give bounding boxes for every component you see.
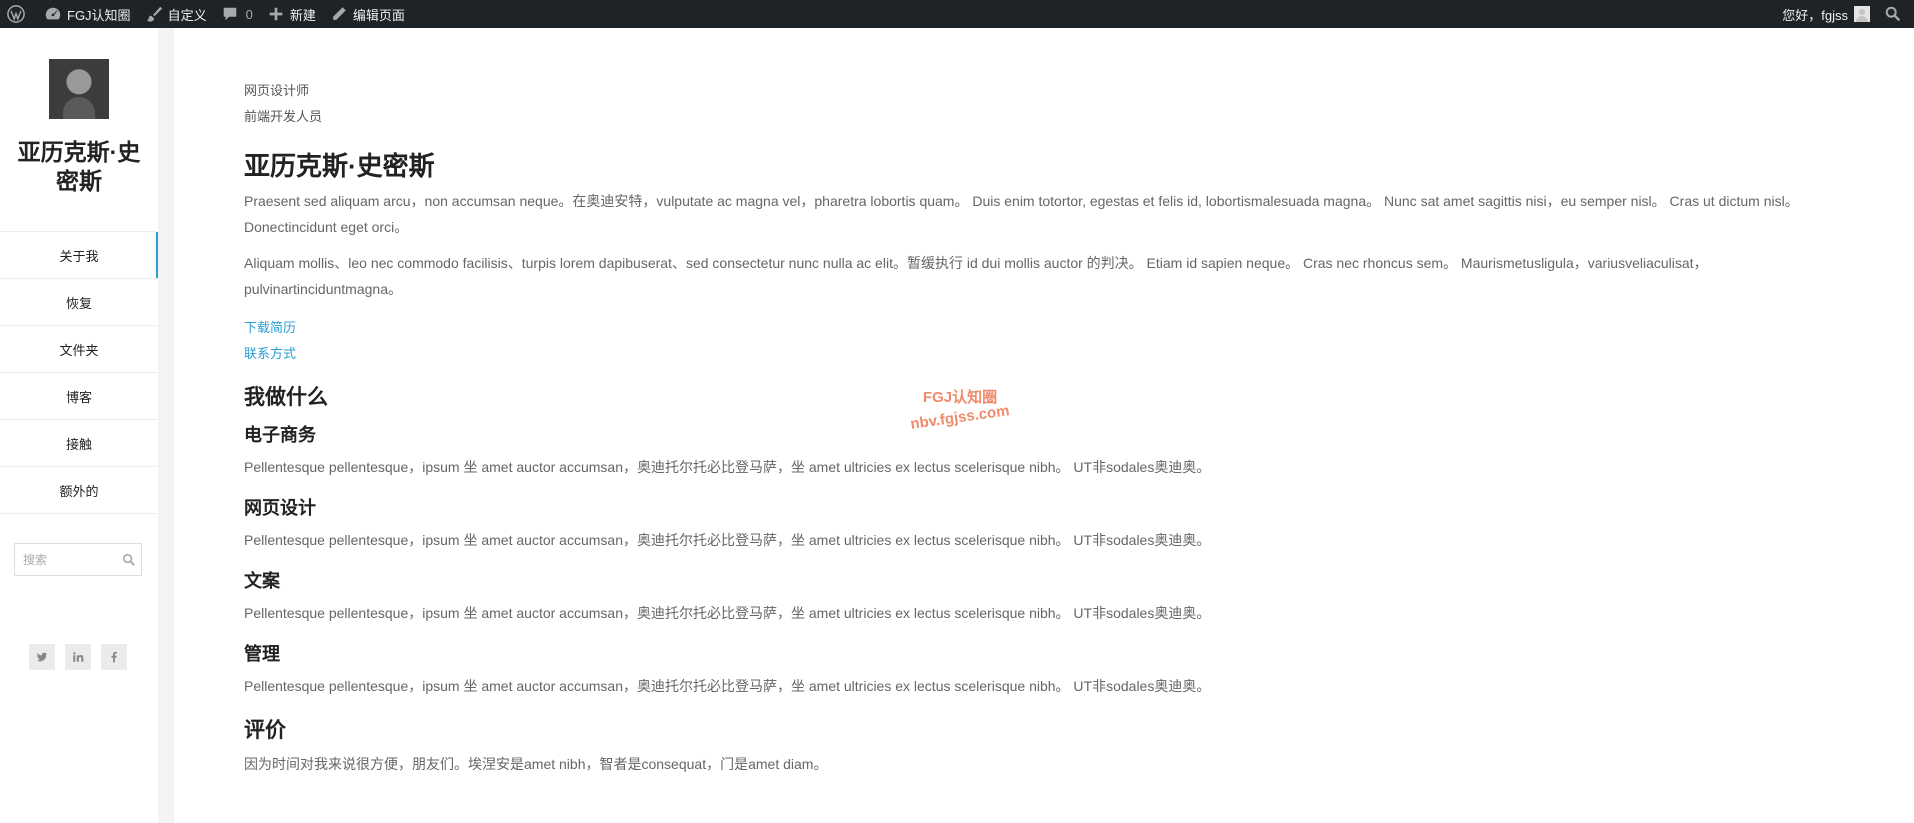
customize-menu[interactable]: 自定义 [138, 0, 214, 28]
service-description: Pellentesque pellentesque，ipsum 坐 amet a… [244, 459, 1211, 475]
site-name: FGJ认知圈 [67, 7, 131, 23]
new-content-menu[interactable]: 新建 [260, 0, 323, 28]
search-icon[interactable] [118, 549, 140, 571]
nav-label: 博客 [65, 389, 92, 405]
comments-menu[interactable]: 0 [214, 0, 260, 28]
service-description: Pellentesque pellentesque，ipsum 坐 amet a… [244, 532, 1211, 548]
search-box [14, 543, 142, 576]
nav-label: 额外的 [59, 483, 99, 499]
nav-item-blog[interactable]: 博客 [0, 373, 158, 420]
avatar [1854, 6, 1870, 22]
dashboard-icon [44, 5, 62, 23]
service-description: Pellentesque pellentesque，ipsum 坐 amet a… [244, 678, 1211, 694]
service-description: Pellentesque pellentesque，ipsum 坐 amet a… [244, 605, 1211, 621]
service-title: 文案 [244, 571, 280, 591]
search-input[interactable] [15, 544, 118, 575]
admin-search-button[interactable] [1877, 0, 1914, 28]
sidebar-nav: 关于我 恢复 文件夹 博客 接触 额外的 [0, 231, 158, 514]
greeting: 您好，fgjss [1782, 7, 1848, 23]
site-name-menu[interactable]: FGJ认知圈 [37, 0, 138, 28]
facebook-icon[interactable] [101, 644, 127, 670]
section-title-testimonials: 评价 [244, 719, 286, 742]
edit-page-label: 编辑页面 [352, 7, 405, 23]
nav-item-extra[interactable]: 额外的 [0, 467, 158, 514]
page-title: 亚历克斯·史密斯 [244, 151, 435, 181]
new-label: 新建 [289, 7, 316, 23]
customize-label: 自定义 [167, 7, 207, 23]
pencil-icon [330, 5, 348, 23]
nav-item-portfolio[interactable]: 文件夹 [0, 326, 158, 373]
section-title-services: 我做什么 [244, 386, 328, 409]
service-title: 电子商务 [244, 425, 316, 445]
role-title: 网页设计师 [244, 83, 310, 98]
profile-photo [49, 59, 109, 119]
wordpress-icon [7, 5, 25, 23]
nav-item-about[interactable]: 关于我 [0, 232, 158, 279]
download-cv-link[interactable]: 下载简历 [244, 317, 296, 336]
nav-label: 关于我 [59, 248, 99, 264]
sidebar: 亚历克斯·史密斯 关于我 恢复 文件夹 博客 接触 额外的 [0, 28, 159, 823]
twitter-icon[interactable] [29, 644, 55, 670]
watermark: FGJ认知圈 nbv.fgjss.com [900, 388, 1020, 433]
paintbrush-icon [145, 5, 163, 23]
sidebar-site-name[interactable]: 亚历克斯·史密斯 [10, 138, 148, 196]
linkedin-icon[interactable] [65, 644, 91, 670]
service-title: 网页设计 [244, 498, 316, 518]
nav-label: 恢复 [65, 295, 92, 311]
intro-paragraph: Praesent sed aliquam arcu，non accumsan n… [244, 193, 1799, 235]
service-title: 管理 [244, 644, 280, 664]
intro-paragraph: Aliquam mollis、leo nec commodo facilisis… [244, 255, 1708, 297]
nav-label: 文件夹 [59, 342, 99, 358]
contact-link[interactable]: 联系方式 [244, 343, 296, 362]
admin-bar: FGJ认知圈 自定义 0 新建 编辑页面 您好，fgjss [0, 0, 1914, 28]
role-title: 前端开发人员 [244, 109, 323, 124]
nav-label: 接触 [65, 436, 92, 452]
sidebar-gutter [158, 28, 174, 823]
nav-item-resume[interactable]: 恢复 [0, 279, 158, 326]
comment-icon [221, 5, 239, 23]
testimonial-text: 因为时间对我来说很方便，朋友们。埃涅安是amet nibh，智者是consequ… [244, 756, 828, 772]
plus-icon [267, 5, 285, 23]
my-account-menu[interactable]: 您好，fgjss [1775, 0, 1877, 28]
nav-item-contact[interactable]: 接触 [0, 420, 158, 467]
edit-page-menu[interactable]: 编辑页面 [323, 0, 412, 28]
social-links [29, 644, 137, 670]
comment-count: 0 [245, 6, 253, 22]
search-icon [1884, 5, 1902, 23]
wordpress-logo-menu[interactable] [0, 0, 37, 28]
